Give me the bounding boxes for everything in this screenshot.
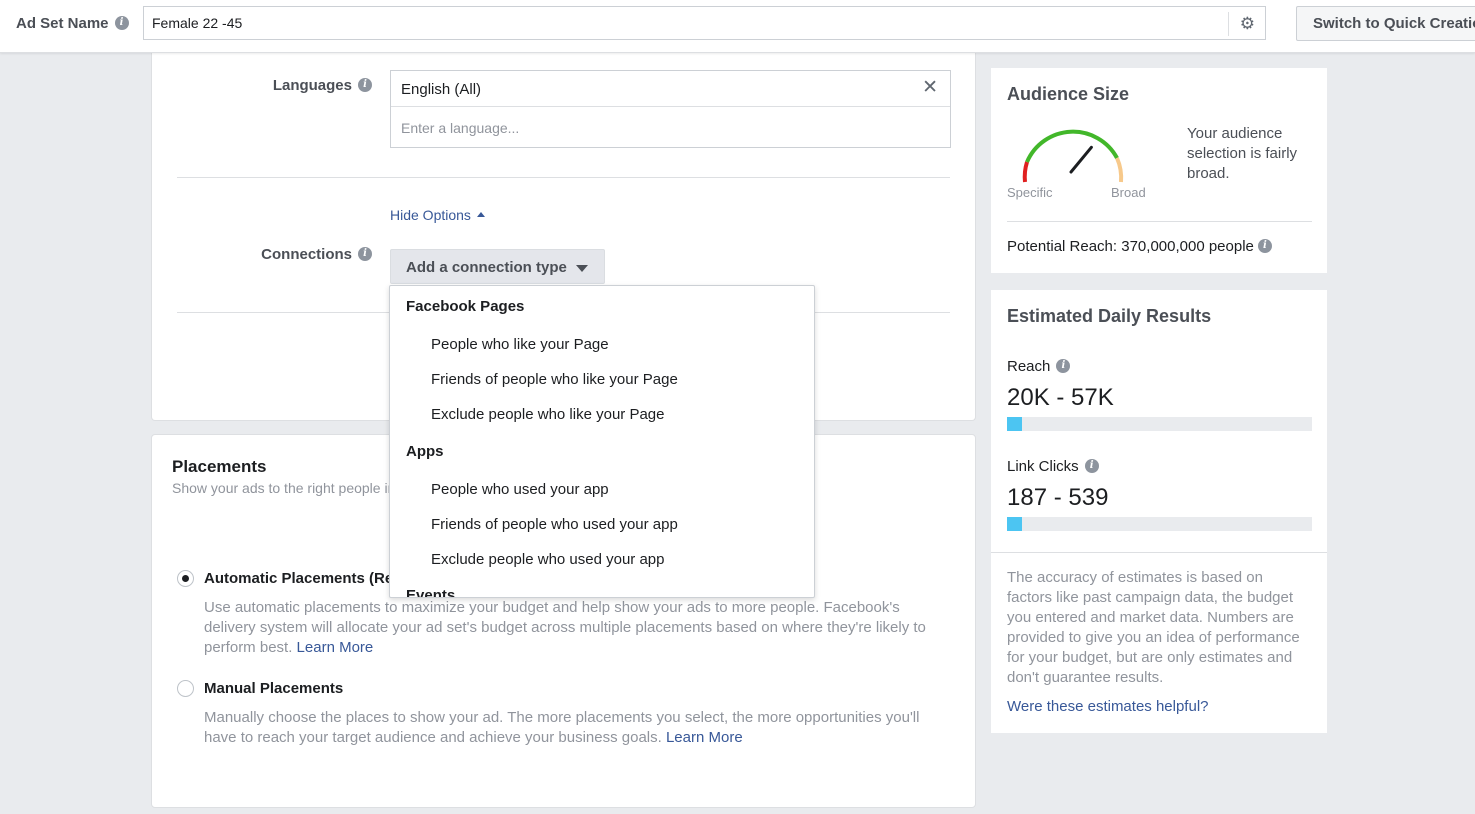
ad-set-name-input[interactable]: Female 22 -45 ⚙ — [143, 6, 1266, 40]
menu-item-exclude-who-used-app[interactable]: Exclude people who used your app — [431, 551, 665, 568]
audience-size-card: Audience Size Specific Broad Your audien… — [991, 68, 1327, 273]
reach-value: 20K - 57K — [1007, 384, 1114, 411]
link-clicks-label: Link Clicks i — [1007, 458, 1099, 475]
automatic-placements-description: Use automatic placements to maximize you… — [204, 598, 944, 658]
info-icon[interactable]: i — [1056, 358, 1071, 373]
info-icon[interactable]: i — [114, 15, 129, 30]
estimates-divider — [991, 552, 1327, 553]
language-token: English (All) ✕ — [391, 71, 950, 107]
gauge-green-segment — [1025, 129, 1119, 163]
gauge-needle — [1069, 145, 1093, 174]
learn-more-link[interactable]: Learn More — [666, 729, 743, 746]
reach-bar-fill — [1007, 417, 1023, 431]
menu-item-people-who-used-app[interactable]: People who used your app — [431, 481, 609, 498]
potential-reach: Potential Reach: 370,000,000 people i — [1007, 238, 1272, 255]
learn-more-link[interactable]: Learn More — [297, 639, 374, 656]
link-clicks-bar-fill — [1007, 517, 1023, 531]
connections-label-text: Connections — [261, 246, 352, 263]
ad-set-name-text: Ad Set Name — [16, 15, 109, 32]
languages-label: Languages i — [212, 77, 372, 94]
top-bar: Ad Set Name i Female 22 -45 ⚙ Switch to Q… — [0, 0, 1475, 53]
menu-item-exclude-who-like-page[interactable]: Exclude people who like your Page — [431, 406, 664, 423]
close-icon[interactable]: ✕ — [922, 78, 938, 98]
link-clicks-label-text: Link Clicks — [1007, 458, 1079, 475]
reach-bar — [1007, 417, 1312, 431]
estimates-helpful-link[interactable]: Were these estimates helpful? — [1007, 698, 1209, 715]
caret-up-icon — [476, 212, 485, 218]
audience-description: Your audience selection is fairly broad. — [1187, 125, 1298, 182]
gear-icon[interactable]: ⚙ — [1240, 15, 1255, 32]
audience-size-title: Audience Size — [1007, 84, 1130, 104]
potential-reach-label: Potential Reach: — [1007, 238, 1118, 255]
gauge-orange-segment — [1115, 157, 1124, 183]
link-clicks-value: 187 - 539 — [1007, 484, 1109, 511]
section-divider — [177, 177, 950, 178]
estimates-note: The accuracy of estimates is based on fa… — [1007, 569, 1300, 686]
input-separator — [1228, 12, 1229, 36]
languages-field[interactable]: English (All) ✕ Enter a language... — [390, 70, 951, 148]
automatic-placements-radio[interactable] — [177, 570, 194, 587]
menu-group-facebook-pages: Facebook Pages — [406, 298, 525, 315]
menu-item-people-who-like-page[interactable]: People who like your Page — [431, 336, 609, 353]
manual-placements-radio[interactable] — [177, 680, 194, 697]
estimated-daily-results-card: Estimated Daily Results Reach i 20K - 57K… — [991, 290, 1327, 733]
connection-type-menu[interactable]: Facebook Pages People who like your Page… — [389, 285, 815, 598]
menu-group-apps: Apps — [406, 443, 444, 460]
hide-options-text: Hide Options — [390, 207, 471, 223]
audience-gauge — [1022, 129, 1124, 183]
info-icon[interactable]: i — [358, 77, 372, 92]
info-icon[interactable]: i — [1084, 458, 1099, 473]
manual-placements-description: Manually choose the places to show your … — [204, 708, 944, 748]
add-connection-type-label: Add a connection type — [406, 259, 567, 276]
info-icon[interactable]: i — [1257, 238, 1272, 253]
ad-set-name-label: Ad Set Name i — [16, 15, 129, 32]
reach-label: Reach i — [1007, 358, 1071, 375]
gauge-red-segment — [1022, 161, 1029, 183]
estimated-results-title: Estimated Daily Results — [1007, 306, 1212, 326]
switch-to-quick-creation-button[interactable]: Switch to Quick Creation — [1296, 6, 1475, 41]
placements-title: Placements — [172, 457, 267, 476]
switch-to-quick-creation-label: Switch to Quick Creation — [1313, 15, 1475, 32]
language-input[interactable]: Enter a language... — [401, 120, 519, 136]
potential-reach-value: 370,000,000 people — [1121, 238, 1254, 255]
ad-set-name-value[interactable]: Female 22 -45 — [152, 15, 242, 31]
menu-item-friends-who-used-app[interactable]: Friends of people who used your app — [431, 516, 678, 533]
menu-group-events: Events — [406, 587, 456, 598]
reach-label-text: Reach — [1007, 358, 1051, 375]
gauge-broad-label: Broad — [1111, 185, 1146, 200]
menu-item-friends-who-like-page[interactable]: Friends of people who like your Page — [431, 371, 678, 388]
manual-description-text: Manually choose the places to show your … — [204, 709, 920, 746]
add-connection-type-button[interactable]: Add a connection type — [390, 249, 605, 284]
link-clicks-bar — [1007, 517, 1312, 531]
manual-placements-label[interactable]: Manual Placements — [204, 680, 343, 697]
info-icon[interactable]: i — [358, 246, 372, 261]
gauge-specific-label: Specific — [1007, 185, 1053, 200]
caret-down-icon — [576, 265, 588, 272]
language-token-label: English (All) — [401, 81, 482, 98]
connections-label: Connections i — [212, 246, 372, 263]
audience-divider — [1007, 221, 1312, 222]
hide-options-link[interactable]: Hide Options — [390, 207, 485, 223]
languages-label-text: Languages — [272, 77, 352, 94]
